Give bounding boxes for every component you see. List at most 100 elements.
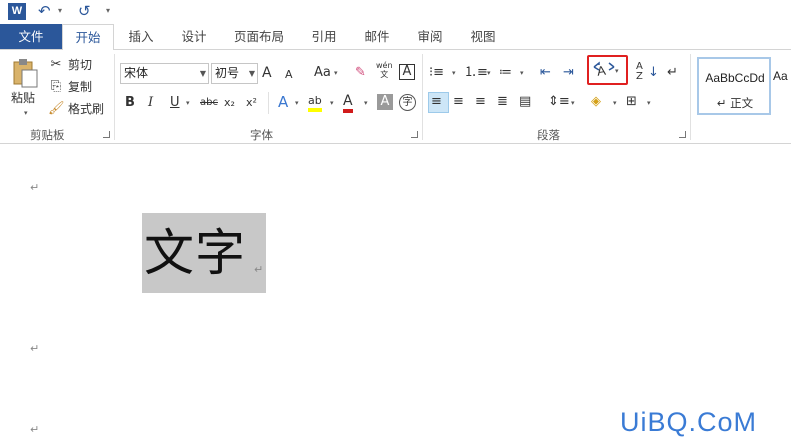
paragraph-launcher-icon[interactable] <box>679 131 686 138</box>
bold-button[interactable]: B <box>125 94 135 112</box>
paragraph-mark: ↵ <box>30 181 40 194</box>
highlight-dropdown-icon[interactable]: ▾ <box>330 99 334 107</box>
underline-button[interactable]: U <box>170 94 180 112</box>
multilevel-list-icon[interactable]: ≔ <box>499 64 512 82</box>
tab-review[interactable]: 审阅 <box>411 24 449 49</box>
increase-indent-icon[interactable]: ⇥ <box>563 64 574 82</box>
style-normal-sample: AaBbCcDd <box>705 71 765 85</box>
font-color-dropdown-icon[interactable]: ▾ <box>364 99 368 107</box>
text-direction-highlight-frame <box>587 55 628 85</box>
ribbon-tabs: 文件 开始 插入 设计 页面布局 引用 邮件 审阅 视图 <box>0 24 791 50</box>
style-normal-name: ↵ 正文 <box>716 96 754 110</box>
justify-icon[interactable]: ≣ <box>497 93 508 111</box>
underline-dropdown-icon[interactable]: ▾ <box>186 99 190 107</box>
selected-text[interactable]: 文字 ↵ <box>142 213 266 293</box>
group-separator <box>690 54 691 140</box>
font-color-button[interactable]: A <box>343 93 353 113</box>
cut-button[interactable]: ✂ 剪切 <box>48 56 98 74</box>
bullets-dropdown-icon[interactable]: ▾ <box>452 69 456 77</box>
char-shading-button[interactable]: A <box>377 94 393 110</box>
borders-icon[interactable]: ⊞ <box>626 93 637 111</box>
shading-dropdown-icon[interactable]: ▾ <box>613 99 617 107</box>
group-separator <box>114 54 115 140</box>
text-effects-dropdown-icon[interactable]: ▾ <box>295 99 299 107</box>
style-next[interactable]: Aa <box>773 57 791 115</box>
font-size-box[interactable]: 初号 ▼ <box>211 63 258 84</box>
scissors-icon: ✂ <box>50 57 62 72</box>
font-size-value: 初号 <box>215 66 240 80</box>
borders-dropdown-icon[interactable]: ▾ <box>647 99 651 107</box>
italic-button[interactable]: I <box>148 94 153 112</box>
format-painter-label: 格式刷 <box>68 102 105 116</box>
title-bar: W ↶ ▾ ↺ ▾ <box>0 0 791 24</box>
document-page[interactable]: ↵ 文字 ↵ ↵ ↵ UiBQ.CoM <box>0 145 791 447</box>
chevron-down-icon[interactable]: ▼ <box>200 64 206 83</box>
grow-font-button[interactable]: A <box>262 64 272 82</box>
phonetic-guide-button[interactable]: wén 文 <box>376 61 393 79</box>
tab-file[interactable]: 文件 <box>0 24 62 49</box>
font-name-box[interactable]: 宋体 ▼ <box>120 63 209 84</box>
style-normal[interactable]: AaBbCcDd ↵ 正文 <box>697 57 771 115</box>
superscript-button[interactable]: x² <box>246 94 257 112</box>
font-name-value: 宋体 <box>124 66 149 80</box>
clipboard-group-label: 剪贴板 <box>30 128 65 142</box>
paste-label: 粘贴 <box>11 91 36 105</box>
strikethrough-button[interactable]: abc <box>200 94 218 112</box>
text-effects-button[interactable]: A <box>278 93 288 111</box>
paragraph-mark: ↵ <box>30 423 40 436</box>
undo-dropdown-icon[interactable]: ▾ <box>58 6 62 15</box>
sort-arrow-icon: ↓ <box>648 65 659 80</box>
undo-icon[interactable]: ↶ <box>38 2 51 20</box>
decrease-indent-icon[interactable]: ⇤ <box>540 64 551 82</box>
clipboard-launcher-icon[interactable] <box>103 131 110 138</box>
highlight-button[interactable]: ab <box>308 94 322 112</box>
format-painter-button[interactable]: 🖌 格式刷 <box>48 100 108 118</box>
customize-quick-access-icon[interactable]: ▾ <box>106 6 110 15</box>
copy-label: 复制 <box>68 80 93 94</box>
distributed-icon[interactable]: ▤ <box>519 93 531 111</box>
styles-gallery: AaBbCcDd ↵ 正文 Aa <box>695 57 791 117</box>
cut-label: 剪切 <box>68 58 93 72</box>
font-launcher-icon[interactable] <box>411 131 418 138</box>
line-spacing-icon[interactable]: ⇕≡ <box>548 93 570 111</box>
tab-design[interactable]: 设计 <box>175 24 213 49</box>
tab-mailings[interactable]: 邮件 <box>358 24 396 49</box>
enclose-characters-button[interactable]: 字 <box>399 94 416 111</box>
multilevel-dropdown-icon[interactable]: ▾ <box>520 69 524 77</box>
style-next-sample: Aa <box>773 69 788 83</box>
shrink-font-button[interactable]: A <box>285 66 293 84</box>
show-marks-icon[interactable]: ↵ <box>667 64 678 82</box>
site-watermark: UiBQ.CoM <box>620 407 758 437</box>
tab-home[interactable]: 开始 <box>62 24 114 50</box>
align-right-icon[interactable]: ≡ <box>475 93 486 111</box>
change-case-button[interactable]: Aa <box>314 64 331 82</box>
copy-button[interactable]: ⎘ 复制 <box>48 78 98 96</box>
tab-insert[interactable]: 插入 <box>122 24 160 49</box>
line-spacing-dropdown-icon[interactable]: ▾ <box>571 99 575 107</box>
tab-page-layout[interactable]: 页面布局 <box>228 24 290 49</box>
paste-dropdown-icon[interactable]: ▾ <box>24 109 28 117</box>
separator-line <box>268 92 269 114</box>
sort-button[interactable]: AZ <box>636 62 643 82</box>
document-text: 文字 <box>144 224 246 282</box>
clear-format-icon[interactable]: ✎ <box>355 64 366 82</box>
chevron-down-icon[interactable]: ▼ <box>249 64 255 83</box>
paragraph-mark: ↵ <box>254 263 264 276</box>
bullets-icon[interactable]: ⁝≡ <box>429 64 444 82</box>
align-left-icon: ≡ <box>431 94 442 109</box>
change-case-dropdown-icon[interactable]: ▾ <box>334 69 338 77</box>
redo-icon[interactable]: ↺ <box>78 2 91 20</box>
numbering-icon[interactable]: ⒈≡ <box>464 64 488 82</box>
paste-button[interactable]: 粘贴 ▾ <box>8 56 42 118</box>
paste-icon <box>13 59 38 88</box>
paragraph-mark: ↵ <box>30 342 40 355</box>
numbering-dropdown-icon[interactable]: ▾ <box>487 69 491 77</box>
shading-icon[interactable]: ◈ <box>591 93 601 111</box>
char-border-button[interactable]: A <box>399 64 415 80</box>
brush-icon: 🖌 <box>48 101 65 116</box>
tab-references[interactable]: 引用 <box>305 24 343 49</box>
tab-view[interactable]: 视图 <box>464 24 502 49</box>
subscript-button[interactable]: x₂ <box>224 94 235 112</box>
font-group-label: 字体 <box>250 128 273 142</box>
align-center-icon[interactable]: ≡ <box>453 93 464 111</box>
